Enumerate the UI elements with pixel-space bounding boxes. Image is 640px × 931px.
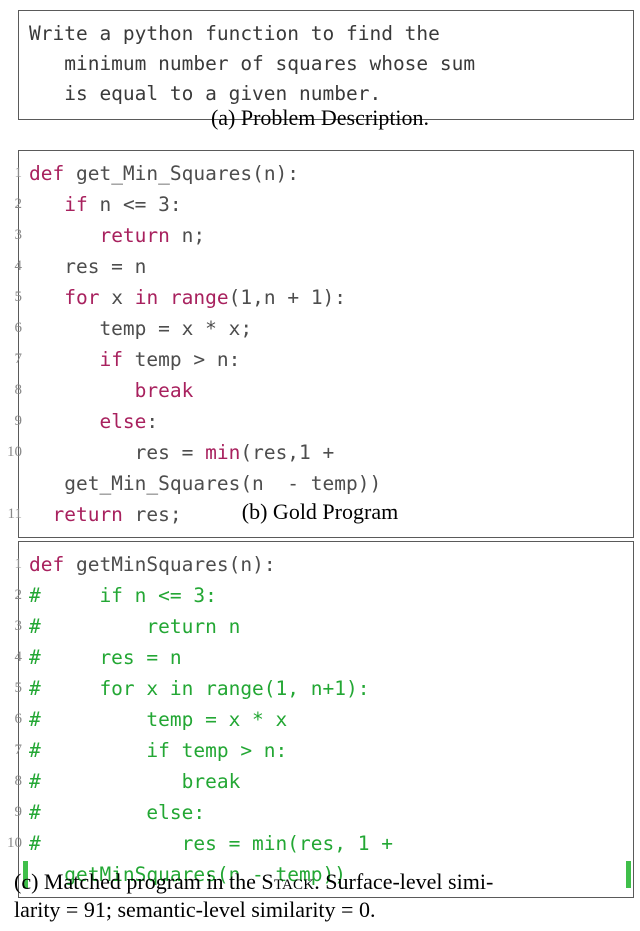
line-number: 2 [14,196,23,212]
code-text: (res,1 + [240,441,335,464]
line-number: 6 [14,320,23,336]
code-line: 9 else: [15,406,625,437]
line-number: 8 [14,382,23,398]
line-number: 4 [14,649,23,665]
code-text: temp = x * x; [29,317,253,340]
line-number: 4 [14,258,23,274]
line-number: 6 [14,711,23,727]
line-number: 10 [7,444,22,460]
code-line: 5 for x in range(1,n + 1): [15,282,625,313]
code-line: 4 res = n [15,251,625,282]
code-line: 7 if temp > n: [15,344,625,375]
line-number: 8 [14,773,23,789]
caption-c-prefix: (c) Matched program in the [14,869,262,894]
code-keyword: range [169,286,229,309]
code-text: (1,n + 1): [228,286,347,309]
code-line: 3 # return n [15,611,625,642]
matched-program-code: 1 def getMinSquares(n): 2 # if n <= 3: 3 # re… [7,549,631,890]
code-line: 2 if n <= 3: [15,189,625,220]
code-line: 8 # break [15,766,625,797]
gold-program-code: 1 def get_Min_Squares(n): 2 if n <= 3: 3 re… [7,158,625,530]
line-number: 9 [14,804,23,820]
code-keyword: else [99,410,147,433]
line-number: 3 [14,227,23,243]
line-number: 1 [14,165,23,181]
code-keyword: return [99,224,170,247]
code-text: getMinSquares(n): [64,553,276,576]
code-keyword: if [64,193,88,216]
code-line: 1 def getMinSquares(n): [15,549,625,580]
code-line: 10 # res = min(res, 1 + [7,828,625,859]
code-text: temp > n: [122,348,241,371]
problem-description-text: Write a python function to find the mini… [19,11,633,119]
code-keyword: break [134,379,194,402]
code-comment: # res = n [29,646,182,669]
code-text: res = [29,441,206,464]
code-text: res = n [29,255,147,278]
code-line: 5 # for x in range(1, n+1): [15,673,625,704]
line-number: 10 [7,835,22,851]
code-comment: # res = min(res, 1 + [29,832,393,855]
line-number: 1 [14,556,23,572]
code-text: x [99,286,135,309]
code-keyword: in [134,286,159,309]
code-comment: # temp = x * x [29,708,288,731]
code-line: 8 break [15,375,625,406]
code-comment: # else: [29,801,206,824]
problem-description-line: minimum number of squares whose sum [29,52,476,75]
matched-program-box: 1 def getMinSquares(n): 2 # if n <= 3: 3 # re… [7,541,634,898]
code-line: 10 res = min(res,1 + [7,437,625,468]
problem-description-line: Write a python function to find the [29,22,440,45]
code-keyword: def [29,553,65,576]
code-line: 2 # if n <= 3: [15,580,625,611]
line-number: 7 [14,351,23,367]
code-comment: # if n <= 3: [29,584,217,607]
code-keyword: if [99,348,123,371]
caption-panel-b: (b) Gold Program [241,499,399,524]
line-number: 9 [14,413,23,429]
line-number: 5 [14,680,23,696]
caption-panel-c-line2: larity = 91; semantic-level similarity =… [14,897,376,922]
code-text: n; [169,224,206,247]
code-line: 1 def get_Min_Squares(n): [15,158,625,189]
code-text: get_Min_Squares(n): [64,162,300,185]
code-line: 6 temp = x * x; [15,313,625,344]
code-text: n <= 3: [87,193,182,216]
code-line: 3 return n; [15,220,625,251]
code-keyword: min [205,441,241,464]
code-line: 6 # temp = x * x [15,704,625,735]
code-comment: # return n [29,615,241,638]
code-keyword: for [64,286,100,309]
code-text: get_Min_Squares(n - temp)) [29,472,382,495]
code-comment: # if temp > n: [29,739,288,762]
code-line-continuation: get_Min_Squares(n - temp)) [29,468,625,499]
line-number: 2 [14,587,23,603]
line-number: 5 [14,289,23,305]
caption-panel-c: (c) Matched program in the Stack. Surfac… [0,868,640,924]
caption-panel-c-line1: (c) Matched program in the Stack. Surfac… [14,868,626,896]
line-number: 7 [14,742,23,758]
caption-c-suffix: . Surface-level simi- [314,869,494,894]
code-line: 4 # res = n [15,642,625,673]
stack-name: Stack [261,869,315,894]
code-keyword: def [29,162,65,185]
gold-program-box: 1 def get_Min_Squares(n): 2 if n <= 3: 3 re… [7,150,634,538]
code-comment: # break [29,770,241,793]
code-line: 7 # if temp > n: [15,735,625,766]
figure-container: Write a python function to find the mini… [0,0,640,931]
code-text: : [146,410,159,433]
line-number: 3 [14,618,23,634]
code-comment: # for x in range(1, n+1): [29,677,370,700]
code-line: 9 # else: [15,797,625,828]
caption-panel-a: (a) Problem Description. [210,105,430,130]
